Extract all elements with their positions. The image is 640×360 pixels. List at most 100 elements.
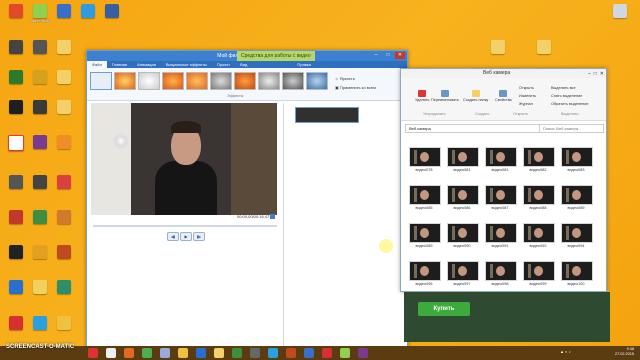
desktop-icon-row6-c[interactable]: [50, 210, 78, 224]
desktop-icon-5[interactable]: [98, 4, 126, 18]
taskbar-app-1[interactable]: [88, 348, 98, 358]
invert-selection-option[interactable]: Обратить выделение: [551, 102, 589, 106]
taskbar-app-11[interactable]: [268, 348, 278, 358]
address-bar[interactable]: Веб камера: [405, 124, 540, 133]
taskbar-app-2[interactable]: [106, 348, 116, 358]
tab-home[interactable]: Главная: [107, 61, 132, 68]
desktop-icon-row9-c[interactable]: [50, 316, 78, 330]
deselect-option[interactable]: Снять выделение: [551, 94, 582, 98]
file-thumbnail[interactable]: видео097: [447, 261, 479, 286]
file-thumbnail[interactable]: видео089: [409, 223, 441, 248]
brightness-option[interactable]: ☼ Яркость: [335, 76, 355, 81]
seek-bar[interactable]: [93, 225, 277, 227]
file-thumbnail[interactable]: видео087: [485, 185, 517, 210]
taskbar-app-15[interactable]: [340, 348, 350, 358]
effect-thumb-7[interactable]: [258, 72, 280, 90]
taskbar-app-8[interactable]: [214, 348, 224, 358]
desktop-icon-row7-c[interactable]: [50, 245, 78, 259]
file-thumbnail[interactable]: видео088: [523, 185, 555, 210]
buy-button[interactable]: Купить: [418, 302, 470, 316]
file-thumbnail[interactable]: видео096: [409, 261, 441, 286]
tab-view[interactable]: Вид: [235, 61, 252, 68]
effect-thumb-3[interactable]: [162, 72, 184, 90]
taskbar-app-3[interactable]: [124, 348, 134, 358]
next-frame-icon[interactable]: ▮▸: [193, 232, 205, 241]
desktop-icon-row3-c[interactable]: [50, 100, 78, 114]
file-thumbnail[interactable]: видео098: [485, 261, 517, 286]
file-thumbnail[interactable]: видео083: [561, 147, 593, 172]
desktop-icon-right-1[interactable]: [484, 40, 512, 54]
file-thumbnail[interactable]: видео085: [409, 185, 441, 210]
effect-thumb-9[interactable]: [306, 72, 328, 90]
taskbar-app-16[interactable]: [358, 348, 368, 358]
system-clock[interactable]: 9:38 27.02.2015: [615, 347, 634, 357]
search-input[interactable]: Поиск: Веб камера: [539, 124, 604, 133]
taskbar-app-7[interactable]: [196, 348, 206, 358]
effect-thumb-6[interactable]: [234, 72, 256, 90]
video-file-icon: [485, 147, 517, 167]
fullscreen-icon[interactable]: [270, 214, 275, 219]
tab-file[interactable]: Файл: [87, 61, 107, 68]
file-thumbnail[interactable]: видео091: [485, 223, 517, 248]
effect-thumb-none[interactable]: [90, 72, 112, 90]
file-thumbnail[interactable]: видео078: [409, 147, 441, 172]
video-preview[interactable]: [91, 103, 277, 215]
effect-thumb-4[interactable]: [186, 72, 208, 90]
play-icon[interactable]: ▶: [180, 232, 192, 241]
rename-button[interactable]: Переименовать: [431, 90, 459, 102]
file-thumbnail[interactable]: видео100: [561, 261, 593, 286]
desktop-icon-row1-c[interactable]: [50, 40, 78, 54]
close-button[interactable]: ✕: [395, 52, 405, 59]
taskbar-app-12[interactable]: [286, 348, 296, 358]
desktop-icon-right-2[interactable]: [530, 40, 558, 54]
properties-button[interactable]: Свойства: [495, 90, 512, 102]
minimize-button[interactable]: –: [371, 52, 381, 59]
history-option[interactable]: Журнал: [519, 102, 533, 106]
effect-thumb-2[interactable]: [138, 72, 160, 90]
taskbar-app-13[interactable]: [304, 348, 314, 358]
new-folder-button[interactable]: Создать папку: [463, 90, 488, 102]
movie-maker-window[interactable]: Мой фильм – Киностудия Средства для рабо…: [86, 50, 408, 352]
desktop-icon-row8-c[interactable]: [50, 280, 78, 294]
prev-frame-icon[interactable]: ◂▮: [167, 232, 179, 241]
file-thumbnail[interactable]: видео082: [523, 147, 555, 172]
desktop-icon-row4-c[interactable]: [50, 135, 78, 149]
taskbar-app-10[interactable]: [250, 348, 260, 358]
storyboard-clip[interactable]: [295, 107, 359, 123]
movie-maker-titlebar[interactable]: Мой фильм – Киностудия Средства для рабо…: [87, 51, 407, 61]
file-thumbnail[interactable]: видео081: [447, 147, 479, 172]
tab-edit[interactable]: Правка: [292, 61, 316, 68]
file-thumbnail[interactable]: видео092: [523, 223, 555, 248]
desktop-icon-row2-c[interactable]: [50, 70, 78, 84]
file-thumbnail[interactable]: видео086: [447, 185, 479, 210]
effect-thumb-5[interactable]: [210, 72, 232, 90]
delete-button[interactable]: Удалить: [415, 90, 430, 102]
open-option[interactable]: Открыть: [519, 86, 534, 90]
taskbar-app-14[interactable]: [322, 348, 332, 358]
file-thumbnail[interactable]: видео099: [523, 261, 555, 286]
file-thumbnail[interactable]: видео090: [447, 223, 479, 248]
explorer-titlebar[interactable]: Веб камера – □ ✕: [401, 69, 606, 78]
tray-icons[interactable]: ▲ ◐ ♪: [560, 349, 571, 354]
tab-visual-effects[interactable]: Визуальные эффекты: [161, 61, 212, 68]
tab-project[interactable]: Проект: [212, 61, 235, 68]
taskbar-app-4[interactable]: [142, 348, 152, 358]
taskbar-app-5[interactable]: [160, 348, 170, 358]
apply-all-option[interactable]: ▣ Применить ко всем: [335, 85, 376, 90]
taskbar-app-9[interactable]: [232, 348, 242, 358]
effect-thumb-1[interactable]: [114, 72, 136, 90]
desktop-icon-right-3[interactable]: [606, 4, 634, 18]
file-thumbnail[interactable]: видео089: [561, 185, 593, 210]
file-thumbnail[interactable]: видео081: [485, 147, 517, 172]
taskbar-app-6[interactable]: [178, 348, 188, 358]
select-all-option[interactable]: Выделить все: [551, 86, 576, 90]
file-thumbnail[interactable]: видео094: [561, 223, 593, 248]
effect-thumb-8[interactable]: [282, 72, 304, 90]
explorer-window[interactable]: Веб камера – □ ✕ Удалить Переименовать С…: [400, 68, 607, 319]
tab-animation[interactable]: Анимация: [132, 61, 161, 68]
edit-option[interactable]: Изменить: [519, 94, 536, 98]
desktop-icon-row5-c[interactable]: [50, 175, 78, 189]
pane-divider[interactable]: [283, 103, 284, 349]
maximize-button[interactable]: □: [383, 52, 393, 59]
file-name: видео100: [567, 282, 585, 286]
